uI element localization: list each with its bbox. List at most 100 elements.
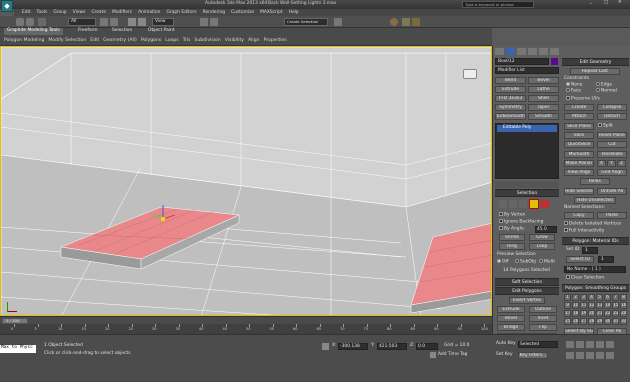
undo-icon[interactable] xyxy=(16,18,24,26)
grid-align-button[interactable]: Grid Align xyxy=(597,169,627,176)
smoothing-group-button[interactable]: 31 xyxy=(612,318,619,325)
smoothing-group-button[interactable]: 32 xyxy=(620,318,627,325)
polygon-mode-icon[interactable] xyxy=(529,199,539,209)
subtab-tris[interactable]: Tris xyxy=(183,38,191,43)
subtab-properties[interactable]: Properties xyxy=(264,38,287,43)
hierarchy-tab-icon[interactable] xyxy=(517,48,526,55)
object-name-field[interactable]: Box012 xyxy=(495,58,549,65)
modifier-lathe-button[interactable]: Lathe xyxy=(528,86,559,93)
modify-tab-icon[interactable] xyxy=(506,48,515,55)
zoom-icon[interactable] xyxy=(566,352,574,359)
preview-subobj-radio[interactable]: SubObj xyxy=(515,259,536,266)
set-id-spinner[interactable]: 1 xyxy=(582,247,598,254)
subtab-visibility[interactable]: Visibility xyxy=(225,38,244,43)
smoothing-group-button[interactable]: 23 xyxy=(612,310,619,317)
inset-button[interactable]: Inset xyxy=(529,315,557,322)
maxscript-listener[interactable]: Max to Physc xyxy=(0,345,36,353)
menu-maxscript[interactable]: MAXScript xyxy=(260,10,283,15)
msmooth-button[interactable]: MSmooth xyxy=(564,151,594,158)
next-frame-icon[interactable] xyxy=(596,341,604,348)
vertex-mode-icon[interactable] xyxy=(499,200,507,208)
slice-button[interactable]: Slice xyxy=(564,132,594,139)
smoothing-group-button[interactable]: 16 xyxy=(620,302,627,309)
view-align-button[interactable]: View Align xyxy=(564,169,594,176)
create-button[interactable]: Create xyxy=(564,104,594,111)
constraint-face-radio[interactable]: Face xyxy=(566,88,581,95)
smoothing-group-button[interactable]: 27 xyxy=(580,318,587,325)
smoothing-group-button[interactable]: 25 xyxy=(564,318,571,325)
subtab-modify-selection[interactable]: Modify Selection xyxy=(48,38,86,43)
smoothing-group-button[interactable]: 28 xyxy=(588,318,595,325)
grow-button[interactable]: Grow xyxy=(529,234,555,241)
collapse-button[interactable]: Collapse xyxy=(597,104,627,111)
subtab-polygons[interactable]: Polygons xyxy=(141,38,161,43)
reset-plane-button[interactable]: Reset Plane xyxy=(597,132,627,139)
modifier-extrude-button[interactable]: Extrude xyxy=(495,86,526,93)
object-color-swatch[interactable] xyxy=(551,58,558,65)
menu-modifiers[interactable]: Modifiers xyxy=(112,10,132,15)
smoothing-group-button[interactable]: 11 xyxy=(580,302,587,309)
ignore-backfacing-checkbox[interactable]: Ignore Backfacing xyxy=(499,219,543,226)
link-icon[interactable] xyxy=(38,18,46,26)
modifier-smooth-button[interactable]: Smooth xyxy=(528,113,559,120)
maximize-viewport-icon[interactable] xyxy=(606,352,614,359)
smoothing-group-button[interactable]: 30 xyxy=(604,318,611,325)
smoothing-group-button[interactable]: 2 xyxy=(572,294,579,301)
planar-y-button[interactable]: Y xyxy=(607,160,616,167)
pan-icon[interactable] xyxy=(586,352,594,359)
bridge-button[interactable]: Bridge xyxy=(497,324,525,331)
smoothing-group-button[interactable]: 15 xyxy=(612,302,619,309)
modifier-bevel-button[interactable]: Bevel xyxy=(528,77,559,84)
named-selection-dropdown[interactable]: Create Selection xyxy=(284,18,328,26)
paste-button[interactable]: Paste xyxy=(597,212,627,219)
copy-button[interactable]: Copy xyxy=(564,212,594,219)
delete-isolated-checkbox[interactable]: Delete Isolated Vertices xyxy=(564,221,621,228)
element-mode-icon[interactable] xyxy=(541,200,549,208)
smoothing-group-button[interactable]: 5 xyxy=(596,294,603,301)
selection-rollout-header[interactable]: Selection xyxy=(495,189,559,197)
hide-unselected-button[interactable]: Hide Unselected xyxy=(574,197,616,204)
render-icon[interactable] xyxy=(412,18,420,26)
subtab-geometry[interactable]: Geometry (All) xyxy=(103,38,137,43)
z-coordinate-field[interactable]: 0.0 xyxy=(416,343,438,350)
smoothing-group-button[interactable]: 3 xyxy=(580,294,587,301)
edit-geometry-rollout[interactable]: Edit Geometry xyxy=(562,58,629,66)
by-angle-spinner[interactable]: 45.0 xyxy=(535,226,557,233)
smoothing-group-button[interactable]: 20 xyxy=(588,310,595,317)
subtab-loops[interactable]: Loops xyxy=(165,38,178,43)
edge-mode-icon[interactable] xyxy=(509,200,517,208)
smoothing-group-button[interactable]: 22 xyxy=(604,310,611,317)
ribbon-tab-freeform[interactable]: Freeform xyxy=(78,28,98,34)
planar-x-button[interactable]: X xyxy=(597,160,606,167)
smoothing-group-button[interactable]: 1 xyxy=(564,294,571,301)
material-name-dropdown[interactable]: No Name - ( 1 ) xyxy=(564,266,626,273)
ribbon-tab-selection[interactable]: Selection xyxy=(112,28,132,34)
menu-views[interactable]: Views xyxy=(73,10,86,15)
smoothing-group-button[interactable]: 24 xyxy=(620,310,627,317)
utilities-tab-icon[interactable] xyxy=(550,48,559,55)
quickslice-button[interactable]: QuickSlice xyxy=(564,141,594,148)
smoothing-group-button[interactable]: 7 xyxy=(612,294,619,301)
modifier-symmetry-button[interactable]: Symmetry xyxy=(495,104,526,111)
ring-button[interactable]: Ring xyxy=(499,243,525,250)
preserve-uvs-checkbox[interactable]: Preserve UVs xyxy=(566,96,600,103)
motion-tab-icon[interactable] xyxy=(528,48,537,55)
add-time-tag-icon[interactable] xyxy=(430,352,436,358)
zoom-all-icon[interactable] xyxy=(576,352,584,359)
minimize-icon[interactable]: _ xyxy=(590,0,592,6)
detach-button[interactable]: Detach xyxy=(597,113,627,120)
menu-customize[interactable]: Customize xyxy=(231,10,254,15)
modifier-bend-button[interactable]: Bend xyxy=(495,77,526,84)
planar-z-button[interactable]: Z xyxy=(617,160,626,167)
ribbon-tab-graphite[interactable]: Graphite Modeling Tools xyxy=(4,28,63,35)
edit-polygons-rollout[interactable]: Edit Polygons xyxy=(495,287,559,295)
menu-help[interactable]: Help xyxy=(289,10,299,15)
smoothing-group-button[interactable]: 8 xyxy=(620,294,627,301)
view-dropdown[interactable]: View xyxy=(152,18,174,26)
smoothing-group-button[interactable]: 29 xyxy=(596,318,603,325)
create-tab-icon[interactable] xyxy=(495,48,504,55)
extrude-button[interactable]: Extrude xyxy=(497,306,525,313)
modifier-stack[interactable]: Editable Poly xyxy=(495,123,559,179)
full-interactivity-checkbox[interactable]: Full Interactivity xyxy=(564,228,604,235)
modifier-turbosmooth-button[interactable]: TurboSmooth xyxy=(495,113,526,120)
